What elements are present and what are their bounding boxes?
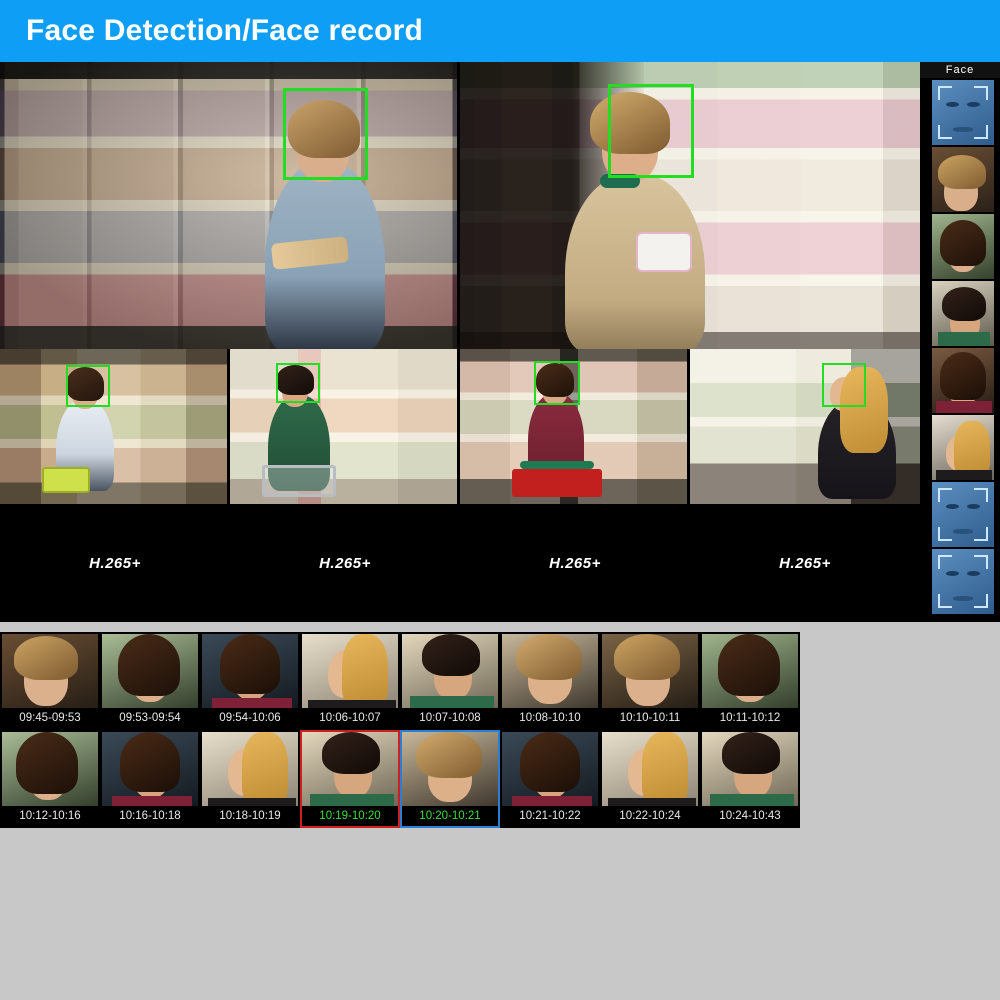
- thumbnail-time: 10:07-10:08: [402, 708, 498, 728]
- page-title: Face Detection/Face record: [26, 14, 424, 47]
- face-capture-brunette-woman[interactable]: [932, 214, 994, 279]
- scene-woman-basket: [0, 349, 227, 504]
- thumbnail-image: [402, 732, 498, 810]
- thumbnail-row-2: 10:12-10:16 10:16-10:18 10:18-10:19 10:1…: [0, 730, 800, 828]
- thumbnail-time: 10:22-10:24: [602, 806, 698, 826]
- camera-cell-2[interactable]: [460, 62, 920, 349]
- face-detection-box: [276, 363, 320, 403]
- thumbnail-image: [502, 634, 598, 712]
- camera-cell-5[interactable]: [460, 349, 690, 504]
- thumbnail-item[interactable]: 10:07-10:08: [400, 632, 500, 730]
- face-capture-scan-3[interactable]: [932, 549, 994, 614]
- thumbnail-time: 09:45-09:53: [2, 708, 98, 728]
- camera-cell-4[interactable]: [230, 349, 460, 504]
- thumbnail-image: [2, 634, 98, 712]
- thumbnail-time: 10:20-10:21: [402, 806, 498, 826]
- face-capture-red-hair-woman[interactable]: [932, 415, 994, 480]
- thumbnail-image: [102, 634, 198, 712]
- thumbnail-time: 10:16-10:18: [102, 806, 198, 826]
- thumbnail-item[interactable]: 09:45-09:53: [0, 632, 100, 730]
- face-detection-box: [608, 84, 694, 178]
- face-panel-header: Face: [920, 62, 1000, 78]
- thumbnail-item-selected-blue[interactable]: 10:20-10:21: [400, 730, 500, 828]
- thumbnail-time: 10:12-10:16: [2, 806, 98, 826]
- face-capture-blond-man[interactable]: [932, 147, 994, 212]
- face-detection-box: [66, 365, 110, 407]
- thumbnail-item[interactable]: 10:21-10:22: [500, 730, 600, 828]
- thumbnail-image: [302, 634, 398, 712]
- codec-label-3: H.265+: [549, 554, 601, 572]
- camera-cell-3[interactable]: [0, 349, 230, 504]
- thumbnail-time: 10:21-10:22: [502, 806, 598, 826]
- thumbnail-item[interactable]: 10:06-10:07: [300, 632, 400, 730]
- thumbnail-time: 10:11-10:12: [702, 708, 798, 728]
- page-header: Face Detection/Face record: [0, 0, 1000, 62]
- thumbnail-item[interactable]: 10:08-10:10: [500, 632, 600, 730]
- camera-grid: H.265+ H.265+ H.265+ H.265+: [0, 62, 920, 622]
- thumbnail-item[interactable]: 10:11-10:12: [700, 632, 800, 730]
- scene-freezer-aisle: [0, 62, 457, 349]
- thumbnail-time: 10:08-10:10: [502, 708, 598, 728]
- thumbnail-time: 09:54-10:06: [202, 708, 298, 728]
- thumbnail-item[interactable]: 09:53-09:54: [100, 632, 200, 730]
- thumbnail-item[interactable]: 10:22-10:24: [600, 730, 700, 828]
- thumbnail-time: 10:19-10:20: [302, 806, 398, 826]
- thumbnail-image: [2, 732, 98, 810]
- thumbnail-row-1: 09:45-09:53 09:53-09:54 09:54-10:06 10:0…: [0, 632, 800, 730]
- thumbnail-image: [602, 634, 698, 712]
- face-detection-box: [283, 88, 368, 180]
- playback-panel: 09:45-09:53 09:53-09:54 09:54-10:06 10:0…: [0, 622, 1000, 1000]
- camera-cell-1[interactable]: [0, 62, 460, 349]
- codec-label-1: H.265+: [89, 554, 141, 572]
- face-detection-box: [822, 363, 866, 407]
- scene-blonde-woman: [690, 349, 920, 504]
- thumbnail-image: [702, 634, 798, 712]
- camera-grid-row-top: [0, 62, 920, 349]
- thumbnail-image: [202, 634, 298, 712]
- thumbnail-image: [502, 732, 598, 810]
- thumbnail-time: 10:06-10:07: [302, 708, 398, 728]
- face-capture-panel: Face: [920, 62, 1000, 622]
- thumbnail-image: [302, 732, 398, 810]
- thumbnail-image: [702, 732, 798, 810]
- thumbnail-item[interactable]: 09:54-10:06: [200, 632, 300, 730]
- face-capture-dark-hair-man[interactable]: [932, 281, 994, 346]
- face-scan-icon: [932, 549, 994, 614]
- thumbnail-time: 10:10-10:11: [602, 708, 698, 728]
- thumbnail-item-selected-red[interactable]: 10:19-10:20: [300, 730, 400, 828]
- face-detection-box: [534, 361, 580, 405]
- face-capture-scan-1[interactable]: [932, 80, 994, 145]
- face-thumbnail-strip: 09:45-09:53 09:53-09:54 09:54-10:06 10:0…: [0, 632, 800, 828]
- thumbnail-item[interactable]: 10:16-10:18: [100, 730, 200, 828]
- thumbnail-item[interactable]: 10:10-10:11: [600, 632, 700, 730]
- thumbnail-time: 10:18-10:19: [202, 806, 298, 826]
- codec-label-row: H.265+ H.265+ H.265+ H.265+: [0, 504, 920, 622]
- thumbnail-item[interactable]: 10:12-10:16: [0, 730, 100, 828]
- thumbnail-image: [602, 732, 698, 810]
- thumbnail-image: [402, 634, 498, 712]
- thumbnail-time: 09:53-09:54: [102, 708, 198, 728]
- camera-cell-6[interactable]: [690, 349, 920, 504]
- thumbnail-time: 10:24-10:43: [702, 806, 798, 826]
- face-capture-scan-2[interactable]: [932, 482, 994, 547]
- codec-label-4: H.265+: [779, 554, 831, 572]
- face-capture-smiling-woman[interactable]: [932, 348, 994, 413]
- camera-grid-row-bottom: [0, 349, 920, 504]
- live-view-area: H.265+ H.265+ H.265+ H.265+ Face: [0, 62, 1000, 622]
- thumbnail-image: [102, 732, 198, 810]
- thumbnail-image: [202, 732, 298, 810]
- face-scan-icon: [932, 80, 994, 145]
- thumbnail-item[interactable]: 10:24-10:43: [700, 730, 800, 828]
- face-scan-icon: [932, 482, 994, 547]
- thumbnail-item[interactable]: 10:18-10:19: [200, 730, 300, 828]
- scene-man-green-sweater: [230, 349, 457, 504]
- codec-label-2: H.265+: [319, 554, 371, 572]
